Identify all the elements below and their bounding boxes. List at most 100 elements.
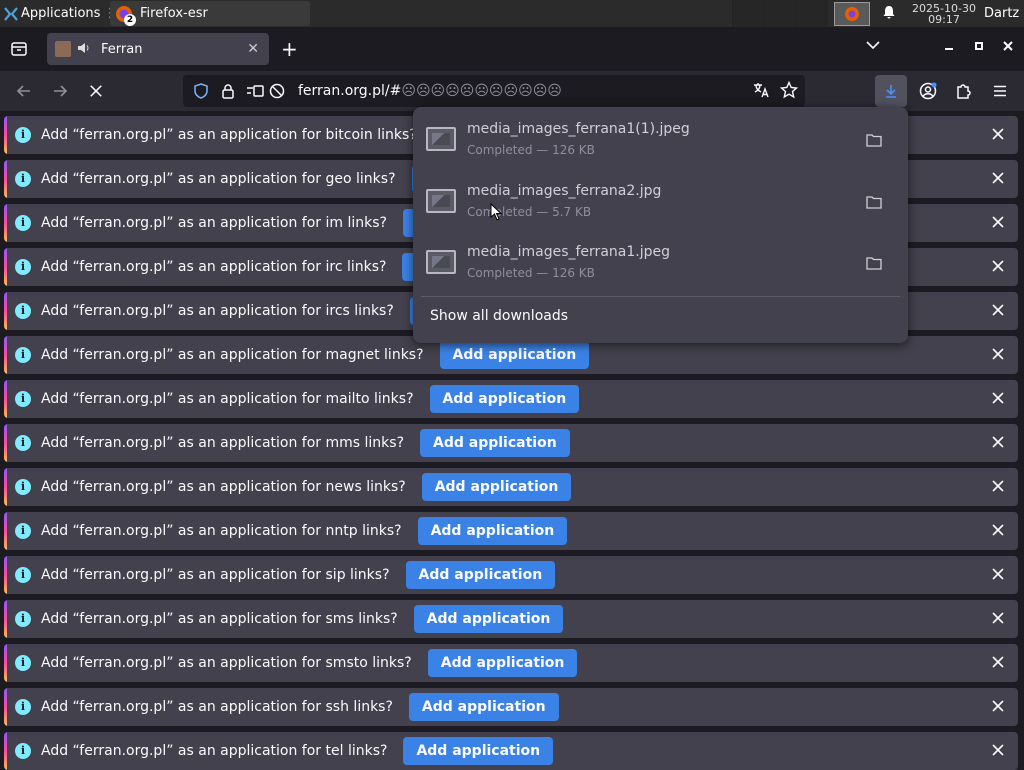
new-tab-button[interactable]: + — [281, 37, 298, 61]
extensions-puzzle-icon[interactable] — [952, 79, 976, 103]
add-application-label: Add application — [440, 655, 565, 671]
download-item[interactable]: media_images_ferrana1.jpeg Completed — 1… — [421, 236, 900, 294]
permissions-icon[interactable] — [246, 82, 264, 100]
info-icon: i — [15, 523, 31, 539]
translate-icon[interactable] — [752, 81, 770, 103]
info-icon: i — [15, 699, 31, 715]
downloads-panel: media_images_ferrana1(1).jpeg Completed … — [413, 107, 908, 343]
close-icon[interactable] — [990, 654, 1006, 670]
folder-icon[interactable] — [866, 256, 882, 270]
notification-accent — [4, 688, 7, 726]
notification-message: Add “ferran.org.pl” as an application fo… — [41, 479, 406, 495]
close-icon[interactable] — [990, 478, 1006, 494]
chevron-down-icon[interactable] — [866, 40, 880, 50]
download-item[interactable]: media_images_ferrana1(1).jpeg Completed … — [421, 113, 900, 171]
notification-bell-icon[interactable] — [878, 5, 900, 23]
notification-accent — [4, 380, 7, 418]
mouse-cursor-icon — [490, 203, 502, 221]
tab-ferran[interactable]: Ferran ✕ — [47, 33, 269, 65]
notification-accent — [4, 556, 7, 594]
add-application-button[interactable]: Add application — [405, 561, 556, 589]
applications-menu[interactable]: Applications ⋮ — [0, 0, 116, 27]
speaker-icon[interactable] — [76, 41, 90, 58]
notification-bar: i Add “ferran.org.pl” as an application f… — [4, 556, 1018, 594]
add-application-label: Add application — [418, 567, 543, 583]
notification-accent — [4, 292, 7, 330]
info-icon: i — [15, 171, 31, 187]
clock[interactable]: 2025-10-30 09:17 — [910, 3, 978, 25]
bookmark-star-icon[interactable] — [779, 80, 799, 103]
close-icon[interactable] — [990, 434, 1006, 450]
tab-close-icon[interactable]: ✕ — [247, 41, 259, 57]
panel-spacer — [796, 0, 828, 27]
info-icon: i — [15, 215, 31, 231]
maximize-button[interactable] — [974, 40, 984, 55]
stop-loading-button[interactable] — [84, 79, 108, 103]
close-icon[interactable] — [990, 126, 1006, 142]
notification-message: Add “ferran.org.pl” as an application fo… — [41, 567, 390, 583]
close-icon[interactable] — [990, 346, 1006, 362]
close-icon[interactable] — [990, 302, 1006, 318]
close-icon[interactable] — [990, 698, 1006, 714]
firefox-icon: 2 — [114, 4, 136, 26]
folder-icon[interactable] — [866, 195, 882, 209]
autoplay-blocked-icon[interactable] — [268, 82, 286, 100]
notification-message: Add “ferran.org.pl” as an application fo… — [41, 391, 414, 407]
notification-accent — [4, 160, 7, 198]
notification-message: Add “ferran.org.pl” as an application fo… — [41, 655, 412, 671]
info-icon: i — [15, 567, 31, 583]
downloads-button[interactable] — [875, 75, 907, 107]
site-favicon-icon — [55, 41, 71, 57]
tracking-protection-shield-icon[interactable] — [192, 82, 210, 100]
close-icon[interactable] — [990, 390, 1006, 406]
close-icon[interactable] — [990, 742, 1006, 758]
minimize-button[interactable] — [944, 40, 954, 55]
add-application-button[interactable]: Add application — [427, 649, 578, 677]
account-icon[interactable] — [916, 79, 940, 103]
add-application-button[interactable]: Add application — [429, 385, 580, 413]
notification-bar: i Add “ferran.org.pl” as an application f… — [4, 688, 1018, 726]
add-application-button[interactable]: Add application — [439, 341, 590, 369]
close-icon[interactable] — [990, 566, 1006, 582]
lock-icon[interactable] — [219, 82, 237, 100]
folder-icon[interactable] — [866, 133, 882, 147]
add-application-button[interactable]: Add application — [417, 517, 568, 545]
taskbar-firefox[interactable]: 2 Firefox-esr — [110, 1, 310, 26]
close-icon[interactable] — [990, 214, 1006, 230]
notification-message: Add “ferran.org.pl” as an application fo… — [41, 347, 424, 363]
clock-date: 2025-10-30 — [912, 1, 976, 15]
url-bar[interactable]: ferran.org.pl/#☹☹☹☹☹☹☹☹☹☹☹ — [183, 75, 805, 107]
download-filename: media_images_ferrana2.jpg — [467, 183, 662, 199]
add-application-label: Add application — [416, 743, 541, 759]
close-window-button[interactable] — [1003, 40, 1013, 55]
notification-message: Add “ferran.org.pl” as an application fo… — [41, 743, 388, 759]
close-icon[interactable] — [990, 610, 1006, 626]
add-application-button[interactable]: Add application — [413, 605, 564, 633]
firefox-view-icon[interactable] — [9, 39, 29, 59]
show-all-downloads-button[interactable]: Show all downloads — [430, 308, 568, 324]
notification-message: Add “ferran.org.pl” as an application fo… — [41, 523, 402, 539]
back-button[interactable] — [12, 79, 36, 103]
add-application-button[interactable]: Add application — [403, 737, 554, 765]
download-arrow-icon — [886, 85, 896, 98]
info-icon: i — [15, 479, 31, 495]
url-fragment: ☹☹☹☹☹☹☹☹☹☹☹ — [401, 83, 562, 99]
forward-button[interactable] — [48, 79, 72, 103]
tab-title: Ferran — [101, 41, 143, 57]
close-icon[interactable] — [990, 258, 1006, 274]
info-icon: i — [15, 259, 31, 275]
desktop-panel: Applications ⋮ 2 Firefox-esr 2025-10-30 … — [0, 0, 1024, 27]
close-icon[interactable] — [990, 170, 1006, 186]
user-menu[interactable]: Dartz — [984, 6, 1024, 21]
close-icon[interactable] — [990, 522, 1006, 538]
add-application-label: Add application — [442, 391, 567, 407]
tray-firefox-icon[interactable] — [834, 1, 870, 26]
url-host: ferran.org.pl/# — [298, 83, 402, 99]
add-application-button[interactable]: Add application — [421, 473, 572, 501]
notification-accent — [4, 248, 7, 286]
image-file-icon — [426, 189, 456, 213]
hamburger-menu-icon[interactable] — [988, 79, 1012, 103]
add-application-label: Add application — [433, 435, 557, 451]
add-application-button[interactable]: Add application — [420, 429, 570, 457]
add-application-button[interactable]: Add application — [408, 693, 559, 721]
